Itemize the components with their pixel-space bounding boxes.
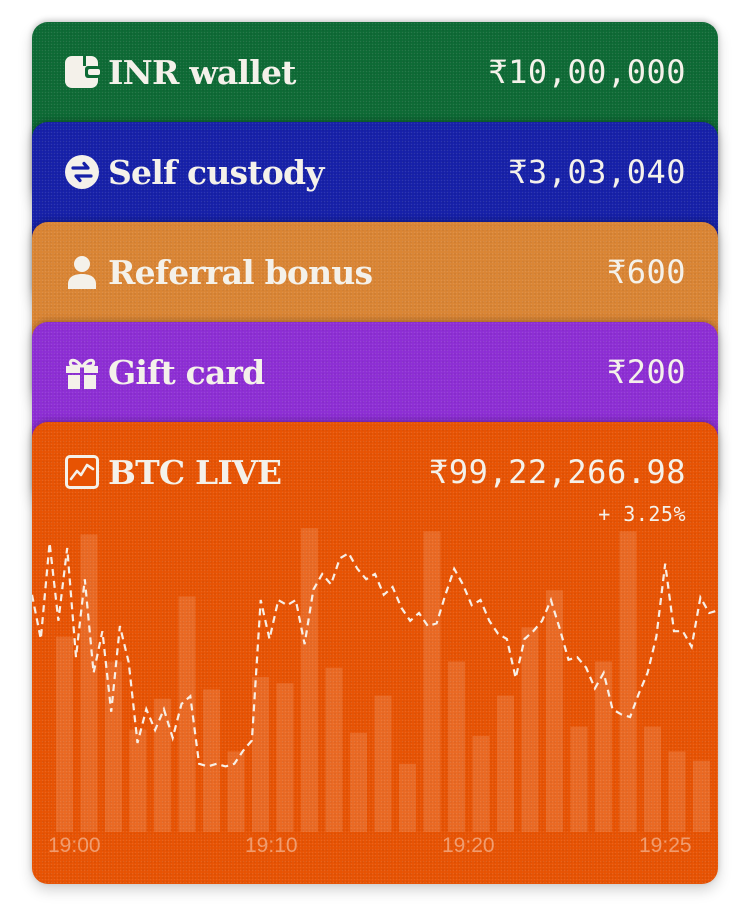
- volume-bar: [178, 596, 196, 832]
- volume-bar: [301, 528, 318, 832]
- volume-bar: [668, 751, 686, 832]
- volume-bar: [644, 726, 661, 832]
- chart-line-icon: [64, 454, 100, 490]
- volume-bar: [546, 590, 563, 832]
- gift-icon: [64, 354, 100, 390]
- btc-live-card[interactable]: 19:00 19:10 19:20 19:25 BTC LIVE ₹99,22,…: [32, 422, 718, 884]
- volume-bar: [203, 689, 220, 832]
- volume-bar: [521, 627, 539, 832]
- card-label: INR wallet: [108, 52, 296, 92]
- volume-bar: [129, 729, 147, 832]
- volume-bar: [325, 667, 343, 832]
- volume-bar: [497, 695, 514, 832]
- volume-bar: [472, 735, 490, 832]
- volume-bar: [570, 726, 588, 832]
- card-label: BTC LIVE: [108, 452, 282, 492]
- x-tick-label: 19:25: [639, 834, 692, 857]
- volume-bar: [399, 763, 416, 832]
- volume-bar: [80, 534, 98, 832]
- volume-bar: [276, 683, 294, 832]
- volume-bar: [693, 760, 710, 832]
- person-icon: [64, 254, 100, 290]
- x-tick-label: 19:10: [245, 834, 298, 857]
- price-change-badge: + 3.25%: [598, 502, 686, 526]
- volume-bar: [448, 661, 465, 832]
- card-amount: ₹3,03,040: [508, 153, 686, 191]
- volume-bar: [595, 661, 612, 832]
- volume-bar: [252, 677, 269, 832]
- btc-price: ₹99,22,266.98: [429, 453, 686, 491]
- card-label: Gift card: [108, 352, 265, 392]
- volume-bar: [227, 751, 245, 832]
- swap-icon: [64, 154, 100, 190]
- card-amount: ₹200: [606, 353, 686, 391]
- x-tick-label: 19:20: [442, 834, 495, 857]
- volume-bar: [154, 698, 171, 832]
- wallet-icon: [64, 54, 100, 90]
- volume-bar: [717, 677, 718, 832]
- x-tick-label: 19:00: [48, 834, 101, 857]
- volume-bar: [350, 732, 367, 832]
- volume-bar: [619, 531, 637, 832]
- volume-bar: [374, 695, 392, 832]
- volume-bar: [423, 531, 441, 832]
- card-amount: ₹600: [606, 253, 686, 291]
- volume-bar: [56, 636, 73, 832]
- card-amount: ₹10,00,000: [488, 53, 686, 91]
- card-label: Self custody: [108, 152, 324, 192]
- card-label: Referral bonus: [108, 252, 373, 292]
